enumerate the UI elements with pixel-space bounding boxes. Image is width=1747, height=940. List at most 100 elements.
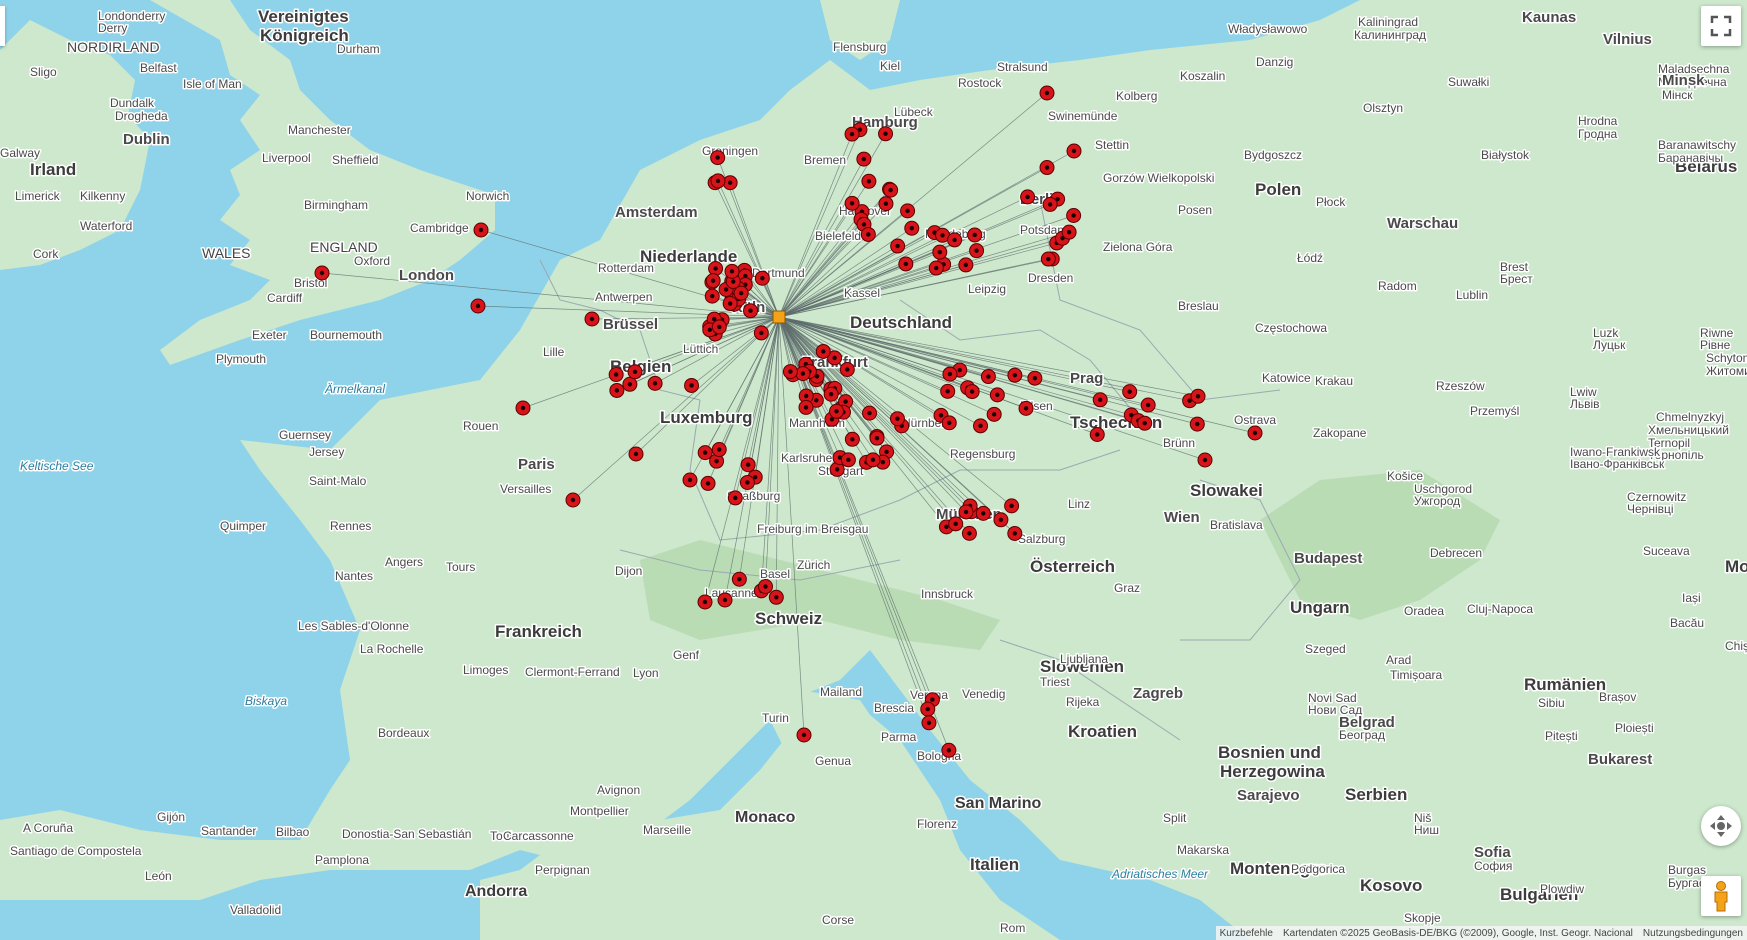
location-marker[interactable] <box>710 173 726 189</box>
location-marker[interactable] <box>1247 425 1263 441</box>
location-marker[interactable] <box>1039 160 1055 176</box>
location-marker[interactable] <box>565 492 581 508</box>
location-marker[interactable] <box>743 303 759 319</box>
location-marker[interactable] <box>973 418 989 434</box>
location-marker[interactable] <box>958 257 974 273</box>
location-marker[interactable] <box>697 594 713 610</box>
location-marker[interactable] <box>1061 224 1077 240</box>
location-marker[interactable] <box>975 505 991 521</box>
location-marker[interactable] <box>740 457 756 473</box>
location-marker[interactable] <box>798 399 814 415</box>
fullscreen-button[interactable] <box>1701 6 1741 46</box>
location-marker[interactable] <box>862 405 878 421</box>
location-marker[interactable] <box>1122 384 1138 400</box>
location-marker[interactable] <box>883 182 899 198</box>
location-marker[interactable] <box>969 243 985 259</box>
location-marker[interactable] <box>795 366 811 382</box>
location-marker[interactable] <box>878 126 894 142</box>
location-marker[interactable] <box>584 311 600 327</box>
location-marker[interactable] <box>1066 207 1082 223</box>
location-marker[interactable] <box>717 592 733 608</box>
location-marker[interactable] <box>900 203 916 219</box>
location-marker[interactable] <box>958 504 974 520</box>
location-marker[interactable] <box>928 260 944 276</box>
location-marker[interactable] <box>861 173 877 189</box>
location-marker[interactable] <box>947 232 963 248</box>
location-marker[interactable] <box>889 411 905 427</box>
location-marker[interactable] <box>942 366 958 382</box>
location-marker[interactable] <box>682 472 698 488</box>
location-marker[interactable] <box>782 364 798 380</box>
location-marker[interactable] <box>1190 388 1206 404</box>
location-marker[interactable] <box>711 319 727 335</box>
location-marker[interactable] <box>1039 85 1055 101</box>
location-marker[interactable] <box>647 375 663 391</box>
location-marker[interactable] <box>796 727 812 743</box>
location-marker[interactable] <box>515 400 531 416</box>
hub-marker[interactable] <box>772 310 786 324</box>
location-marker[interactable] <box>856 151 872 167</box>
location-marker[interactable] <box>1197 452 1213 468</box>
location-marker[interactable] <box>941 415 957 431</box>
location-marker[interactable] <box>964 384 980 400</box>
location-marker[interactable] <box>1007 525 1023 541</box>
location-marker[interactable] <box>758 579 774 595</box>
location-marker[interactable] <box>1189 416 1205 432</box>
location-marker[interactable] <box>754 270 770 286</box>
location-marker[interactable] <box>470 298 486 314</box>
location-marker[interactable] <box>731 571 747 587</box>
location-marker[interactable] <box>314 265 330 281</box>
location-marker[interactable] <box>711 442 727 458</box>
location-marker[interactable] <box>705 273 721 289</box>
location-marker[interactable] <box>1007 367 1023 383</box>
location-marker[interactable] <box>989 387 1005 403</box>
location-marker[interactable] <box>1066 143 1082 159</box>
location-marker[interactable] <box>844 195 860 211</box>
location-marker[interactable] <box>628 446 644 462</box>
location-marker[interactable] <box>986 406 1002 422</box>
location-marker[interactable] <box>622 376 638 392</box>
location-marker[interactable] <box>941 742 957 758</box>
location-marker[interactable] <box>980 369 996 385</box>
location-marker[interactable] <box>1020 189 1036 205</box>
location-marker[interactable] <box>733 285 749 301</box>
street-view-pegman[interactable] <box>1701 876 1741 916</box>
location-marker[interactable] <box>473 222 489 238</box>
location-marker[interactable] <box>708 261 724 277</box>
location-marker[interactable] <box>1137 415 1153 431</box>
location-marker[interactable] <box>920 701 936 717</box>
location-marker[interactable] <box>844 126 860 142</box>
location-marker[interactable] <box>724 263 740 279</box>
location-marker[interactable] <box>1140 397 1156 413</box>
location-marker[interactable] <box>948 516 964 532</box>
location-marker[interactable] <box>627 364 643 380</box>
location-marker[interactable] <box>898 256 914 272</box>
location-marker[interactable] <box>1018 400 1034 416</box>
location-marker[interactable] <box>727 490 743 506</box>
location-marker[interactable] <box>609 382 625 398</box>
location-marker[interactable] <box>940 383 956 399</box>
location-marker[interactable] <box>753 325 769 341</box>
location-marker[interactable] <box>1042 196 1058 212</box>
location-marker[interactable] <box>860 226 876 242</box>
location-marker[interactable] <box>739 474 755 490</box>
location-marker[interactable] <box>961 525 977 541</box>
location-marker[interactable] <box>684 377 700 393</box>
side-panel-toggle[interactable] <box>0 6 5 46</box>
location-marker[interactable] <box>1027 370 1043 386</box>
location-marker[interactable] <box>1040 251 1056 267</box>
location-marker[interactable] <box>865 452 881 468</box>
location-marker[interactable] <box>700 475 716 491</box>
location-marker[interactable] <box>921 715 937 731</box>
location-marker[interactable] <box>704 288 720 304</box>
camera-control-button[interactable] <box>1701 806 1741 846</box>
location-marker[interactable] <box>878 196 894 212</box>
keyboard-shortcuts-link[interactable]: Kurzbefehle <box>1220 928 1273 939</box>
location-marker[interactable] <box>967 227 983 243</box>
location-marker[interactable] <box>815 343 831 359</box>
location-marker[interactable] <box>890 238 906 254</box>
terms-link[interactable]: Nutzungsbedingungen <box>1643 928 1743 939</box>
location-marker[interactable] <box>768 589 784 605</box>
location-marker[interactable] <box>839 361 855 377</box>
location-marker[interactable] <box>904 220 920 236</box>
